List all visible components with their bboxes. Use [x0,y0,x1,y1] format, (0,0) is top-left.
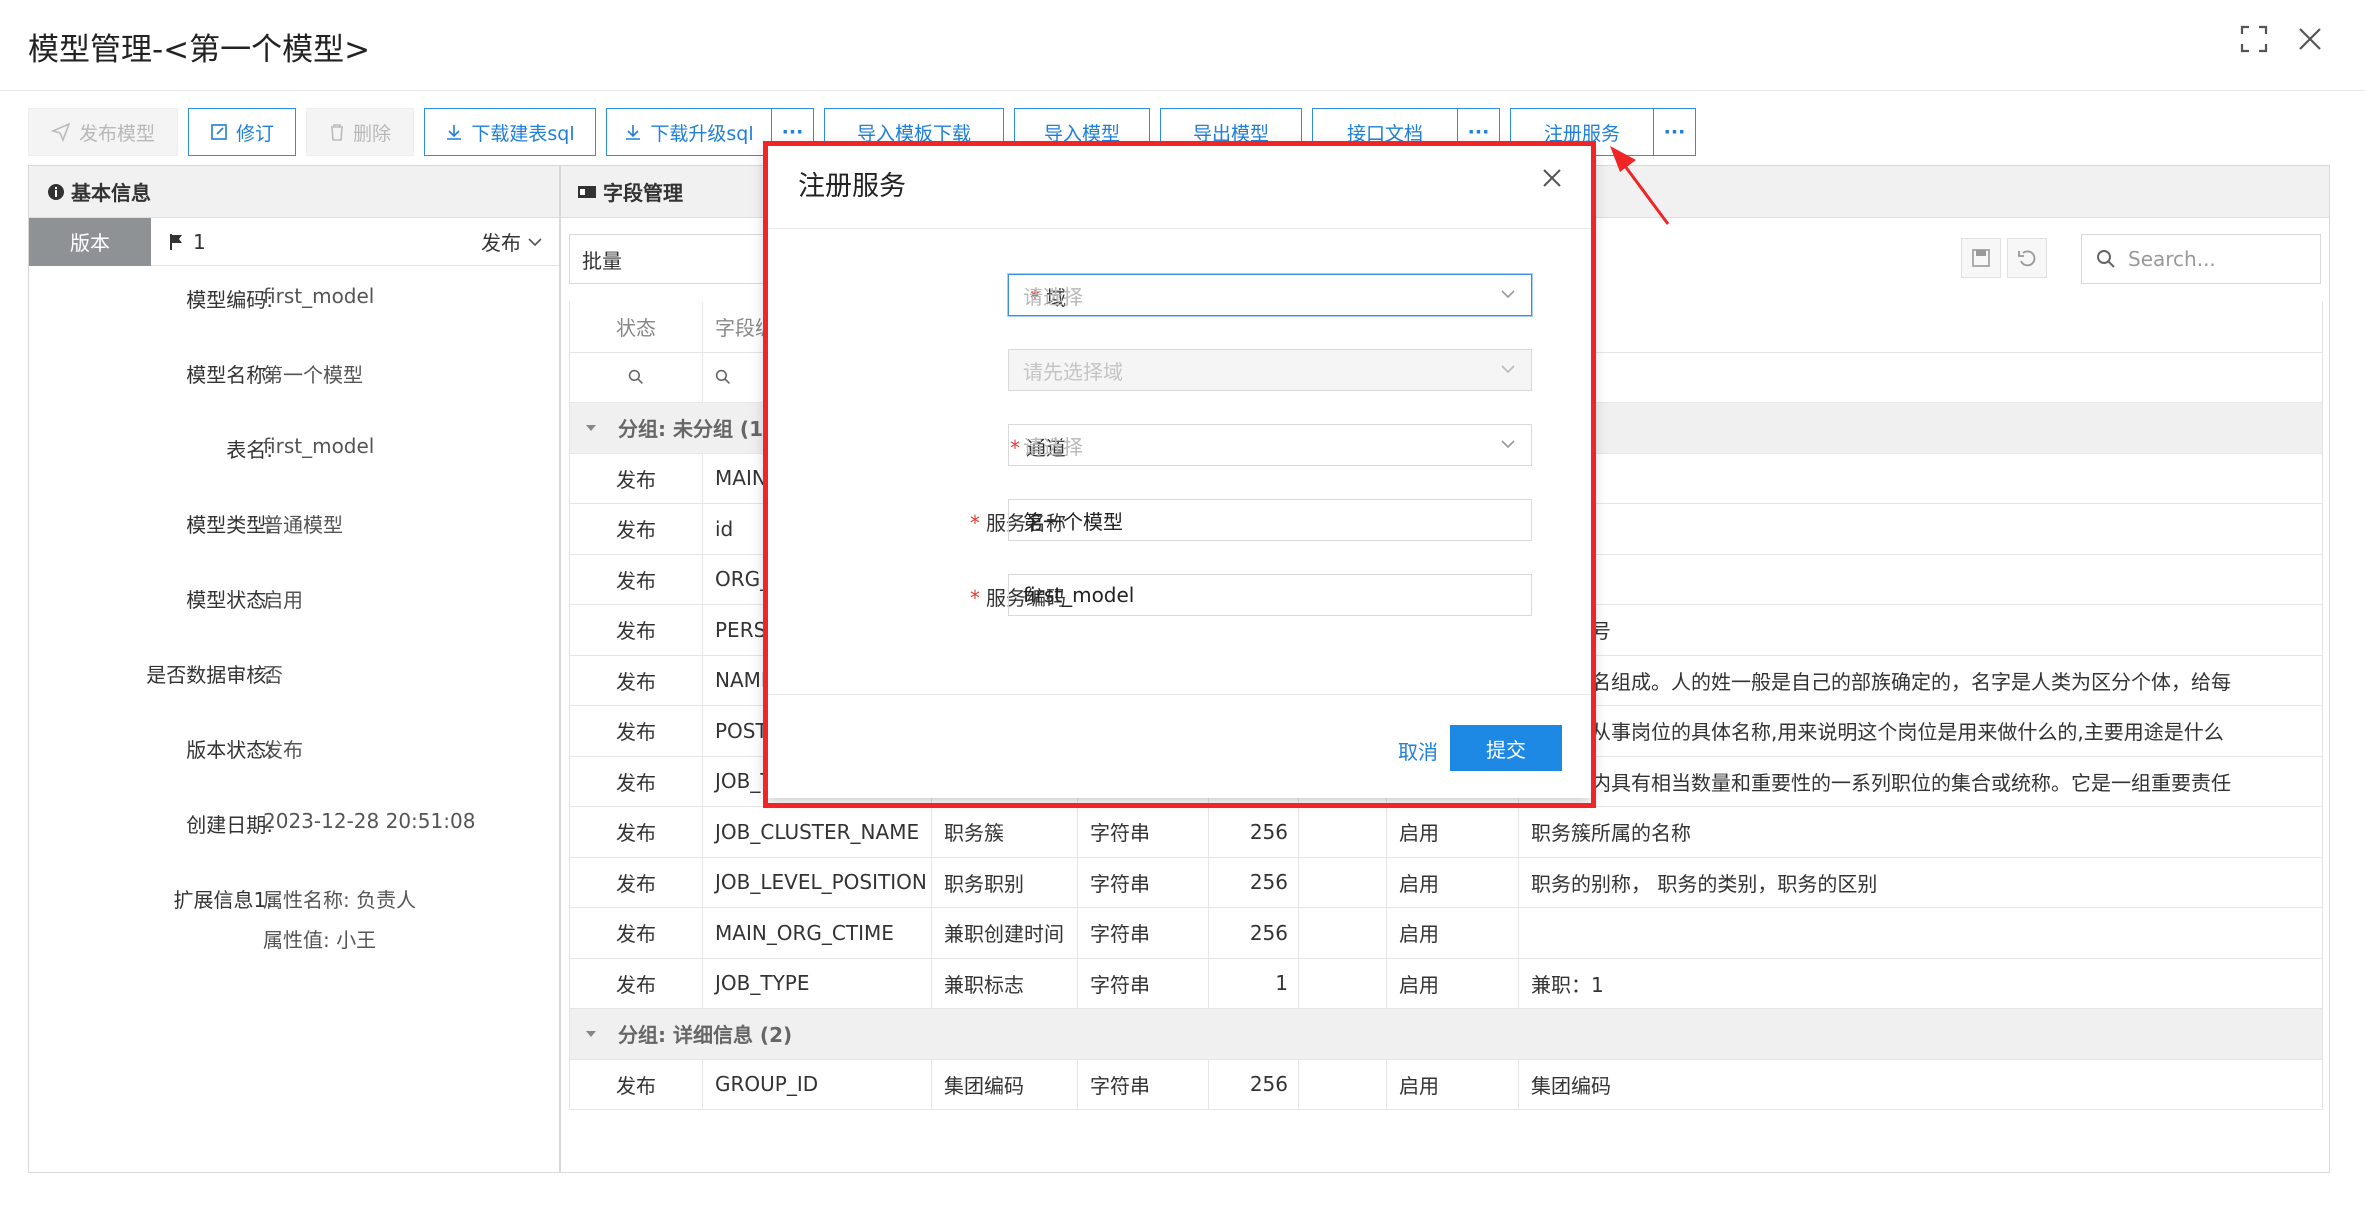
table-cell [1519,454,2322,504]
table-cell: 兼职：1 [1531,972,1604,997]
info-icon [48,183,64,200]
table-cell: 1 [1209,958,1299,1008]
table-cell: 发布 [570,756,703,806]
table-cell [1299,807,1387,857]
download-icon [447,125,462,140]
table-cell [1299,857,1387,907]
table-cell: 称就是从事岗位的具体名称,用来说明这个岗位是用来做什么的,主要用途是什么 [1531,720,2224,745]
download-icon [626,125,641,140]
table-cell: 发布 [570,1059,703,1109]
table-cell: 发布 [570,504,703,554]
table-cell: 发布 [570,655,703,705]
table-cell: 集团编码 [932,1059,1078,1109]
table-cell [1519,908,2322,958]
table-cell: 由姓和名组成。人的姓一般是自己的部族确定的，名字是人类为区分个体，给每 [1531,669,2231,694]
revise-button[interactable]: 修订 [188,108,296,156]
table-row[interactable]: 发布 JOB_CLUSTER_NAME 职务簇 字符串 256 启用 职务簇所属的名称 [570,807,2322,858]
header-divider [0,90,2365,91]
table-cell: 启用 [1387,908,1519,958]
table-cell: 指组织内具有相当数量和重要性的一系列职位的集合或统称。它是一组重要责任 [1531,770,2231,795]
trash-icon [330,124,343,141]
table-cell: 字符串 [1078,857,1209,907]
window-title: 模型管理-<第一个模型> [28,32,371,68]
table-cell: 兼职标志 [932,958,1078,1008]
table-cell: 发布 [570,857,703,907]
delete-button[interactable]: 删除 [306,108,414,156]
table-cell: 发布 [570,706,703,756]
table-cell: 职务的别称， 职务的类别，职务的区别 [1531,871,1878,896]
panel-title: 基本信息 [71,181,151,205]
table-cell: MAIN_ORG_CTIME [703,908,932,958]
more-button[interactable]: ··· [1654,108,1696,156]
annotation-highlight-box [763,141,1596,808]
group-label: 分组: 未分组 (1 [618,417,763,442]
caret-down-icon [586,1030,596,1037]
table-cell [1299,1059,1387,1109]
table-cell: 256 [1209,908,1299,958]
table-cell: 256 [1209,1059,1299,1109]
table-cell: 字符串 [1078,1059,1209,1109]
table-cell: 字符串 [1078,908,1209,958]
table-cell: 字符串 [1078,807,1209,857]
version-status-dropdown[interactable]: 发布 [481,227,543,256]
table-cell: 发布 [570,453,703,503]
table-cell: 启用 [1387,1059,1519,1109]
download-upgrade-sql-button[interactable]: 下载升级sql [606,108,772,156]
group-row[interactable]: 分组: 详细信息 (2) [570,1009,2322,1060]
table-cell: 发布 [570,554,703,604]
table-cell: 256 [1209,807,1299,857]
id-card-icon [578,185,596,198]
table-cell [1299,958,1387,1008]
table-cell: 发布 [570,807,703,857]
table-cell: 发布 [570,605,703,655]
edit-icon [211,124,227,140]
download-create-sql-button[interactable]: 下载建表sql [424,108,596,156]
save-icon[interactable] [1961,238,2001,278]
group-label: 分组: 详细信息 (2) [618,1023,793,1048]
undo-icon[interactable] [2007,238,2047,278]
table-cell: 属的编号 [1519,605,2322,655]
table-row[interactable]: 发布 GROUP_ID 集团编码 字符串 256 启用 集团编码 [570,1059,2322,1110]
search-input[interactable]: Search... [2081,234,2321,284]
table-row[interactable]: 发布 JOB_LEVEL_POSITION 职务职别 字符串 256 启用 职务的别称， 职… [570,857,2322,908]
chevron-down-icon [528,237,542,246]
table-cell: 职务簇 [932,807,1078,857]
table-cell: 发布 [570,958,703,1008]
column-header-status[interactable]: 状态 [570,302,703,352]
panel-title: 字段管理 [603,181,683,205]
model-management-window: 模型管理-<第一个模型> 发布模型 修订 删除 下载建表sql 下载升级sql … [0,0,2365,1218]
table-cell [1299,908,1387,958]
basic-info-panel: 基本信息 版本 1 发布 模型编码: first_model 模型名称: 第一个模型… [28,165,560,1173]
caret-down-icon [586,424,596,431]
close-icon[interactable] [2295,24,2325,58]
table-cell: 发布 [570,908,703,958]
version-tab[interactable]: 版本 [29,217,151,266]
table-cell: 启用 [1387,807,1519,857]
table-cell [1519,504,2322,554]
table-cell: 职务职别 [932,857,1078,907]
flag-icon [170,233,182,250]
table-cell: 256 [1209,857,1299,907]
table-cell: 启用 [1387,857,1519,907]
table-cell: 启用 [1387,958,1519,1008]
send-icon [50,122,71,142]
maximize-icon[interactable] [2239,24,2269,58]
table-cell: 职务簇所属的名称 [1531,821,1691,846]
table-cell: 字符串 [1078,958,1209,1008]
table-cell: 构编码 [1519,555,2322,605]
table-cell: JOB_LEVEL_POSITION [703,857,932,907]
search-icon [2097,250,2115,268]
table-row[interactable]: 发布 JOB_TYPE 兼职标志 字符串 1 启用 兼职：1 [570,958,2322,1009]
publish-model-button[interactable]: 发布模型 [28,108,178,156]
search-icon[interactable] [570,352,703,402]
table-cell: 兼职创建时间 [932,908,1078,958]
table-cell: 集团编码 [1531,1073,1611,1098]
version-number: 1 [193,229,206,254]
table-cell: JOB_TYPE [703,958,932,1008]
table-row[interactable]: 发布 MAIN_ORG_CTIME 兼职创建时间 字符串 256 启用 [570,908,2322,959]
table-cell: GROUP_ID [703,1059,932,1109]
table-cell: JOB_CLUSTER_NAME [703,807,932,857]
